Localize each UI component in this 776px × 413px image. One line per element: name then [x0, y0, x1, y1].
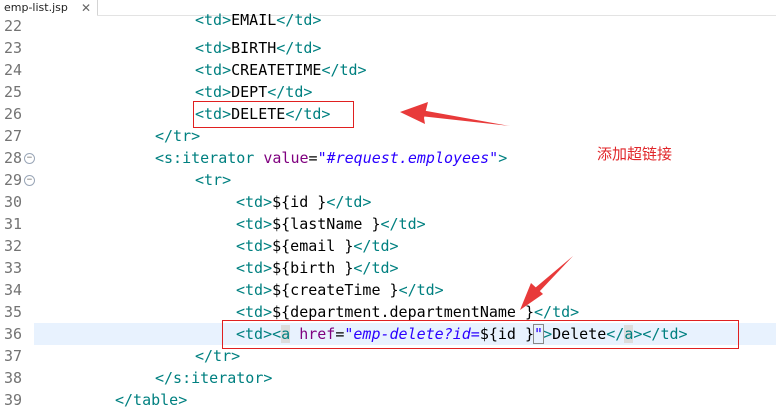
code-line-34: 34 <td>${createTime }</td>: [0, 279, 776, 301]
code-line-39: 39 </table>: [0, 389, 776, 411]
code-line-31: 31 <td>${lastName }</td>: [0, 213, 776, 235]
code-text[interactable]: </table>: [115, 389, 187, 411]
line-number: 36: [3, 325, 22, 343]
tab-title: emp-list.jsp: [4, 1, 68, 14]
line-number: 37: [3, 347, 22, 365]
code-line-22: 22 <td>EMAIL</td>: [0, 11, 776, 37]
line-number: 26: [3, 105, 22, 123]
line-number: 28: [3, 149, 22, 167]
tab-emp-list-jsp[interactable]: emp-list.jsp ✕: [0, 0, 98, 16]
line-number: 24: [3, 61, 22, 79]
code-text[interactable]: <s:iterator value="#request.employees">: [155, 147, 507, 169]
code-text[interactable]: <td>${lastName }</td>: [236, 213, 426, 235]
line-number: 39: [3, 391, 22, 409]
code-line-23: 23 <td>BIRTH</td>: [0, 37, 776, 59]
code-text[interactable]: <tr>: [195, 169, 231, 191]
code-line-30: 30 <td>${id }</td>: [0, 191, 776, 213]
code-text[interactable]: <td>DEPT</td>: [195, 81, 312, 103]
code-text[interactable]: <td>${email }</td>: [236, 235, 399, 257]
code-line-24: 24 <td>CREATETIME</td>: [0, 59, 776, 81]
line-number: 22: [3, 17, 22, 35]
code-text[interactable]: <td>EMAIL</td>: [195, 9, 321, 31]
line-number: 29: [3, 171, 22, 189]
line-number: 32: [3, 237, 22, 255]
line-number: 35: [3, 303, 22, 321]
code-line-25: 25 <td>DEPT</td>: [0, 81, 776, 103]
line-number: 34: [3, 281, 22, 299]
code-text[interactable]: </s:iterator>: [155, 367, 272, 389]
code-text[interactable]: <td>${birth }</td>: [236, 257, 399, 279]
line-number: 25: [3, 83, 22, 101]
line-number: 27: [3, 127, 22, 145]
line-number: 23: [3, 39, 22, 57]
line-number: 38: [3, 369, 22, 387]
fold-collapse-icon[interactable]: −: [24, 153, 35, 164]
code-text[interactable]: <td>${id }</td>: [236, 191, 371, 213]
editor-tab-bar: emp-list.jsp ✕: [0, 0, 776, 16]
code-line-32: 32 <td>${email }</td>: [0, 235, 776, 257]
code-text[interactable]: <td>${createTime }</td>: [236, 279, 444, 301]
line-number: 31: [3, 215, 22, 233]
line-number: 30: [3, 193, 22, 211]
code-text[interactable]: </tr>: [155, 125, 200, 147]
code-text[interactable]: <td>BIRTH</td>: [195, 37, 321, 59]
code-line-29: 29 − <tr>: [0, 169, 776, 191]
code-line-33: 33 <td>${birth }</td>: [0, 257, 776, 279]
fold-collapse-icon[interactable]: −: [24, 175, 35, 186]
code-line-38: 38 </s:iterator>: [0, 367, 776, 389]
highlight-box-delete-link: [222, 320, 739, 349]
highlight-box-delete-header: [193, 101, 354, 128]
close-icon[interactable]: ✕: [81, 1, 91, 15]
line-number: 33: [3, 259, 22, 277]
code-text[interactable]: <td>CREATETIME</td>: [195, 59, 367, 81]
code-line-26: 26 <td>DELETE</td>: [0, 103, 776, 125]
annotation-text: 添加超链接: [597, 145, 673, 163]
